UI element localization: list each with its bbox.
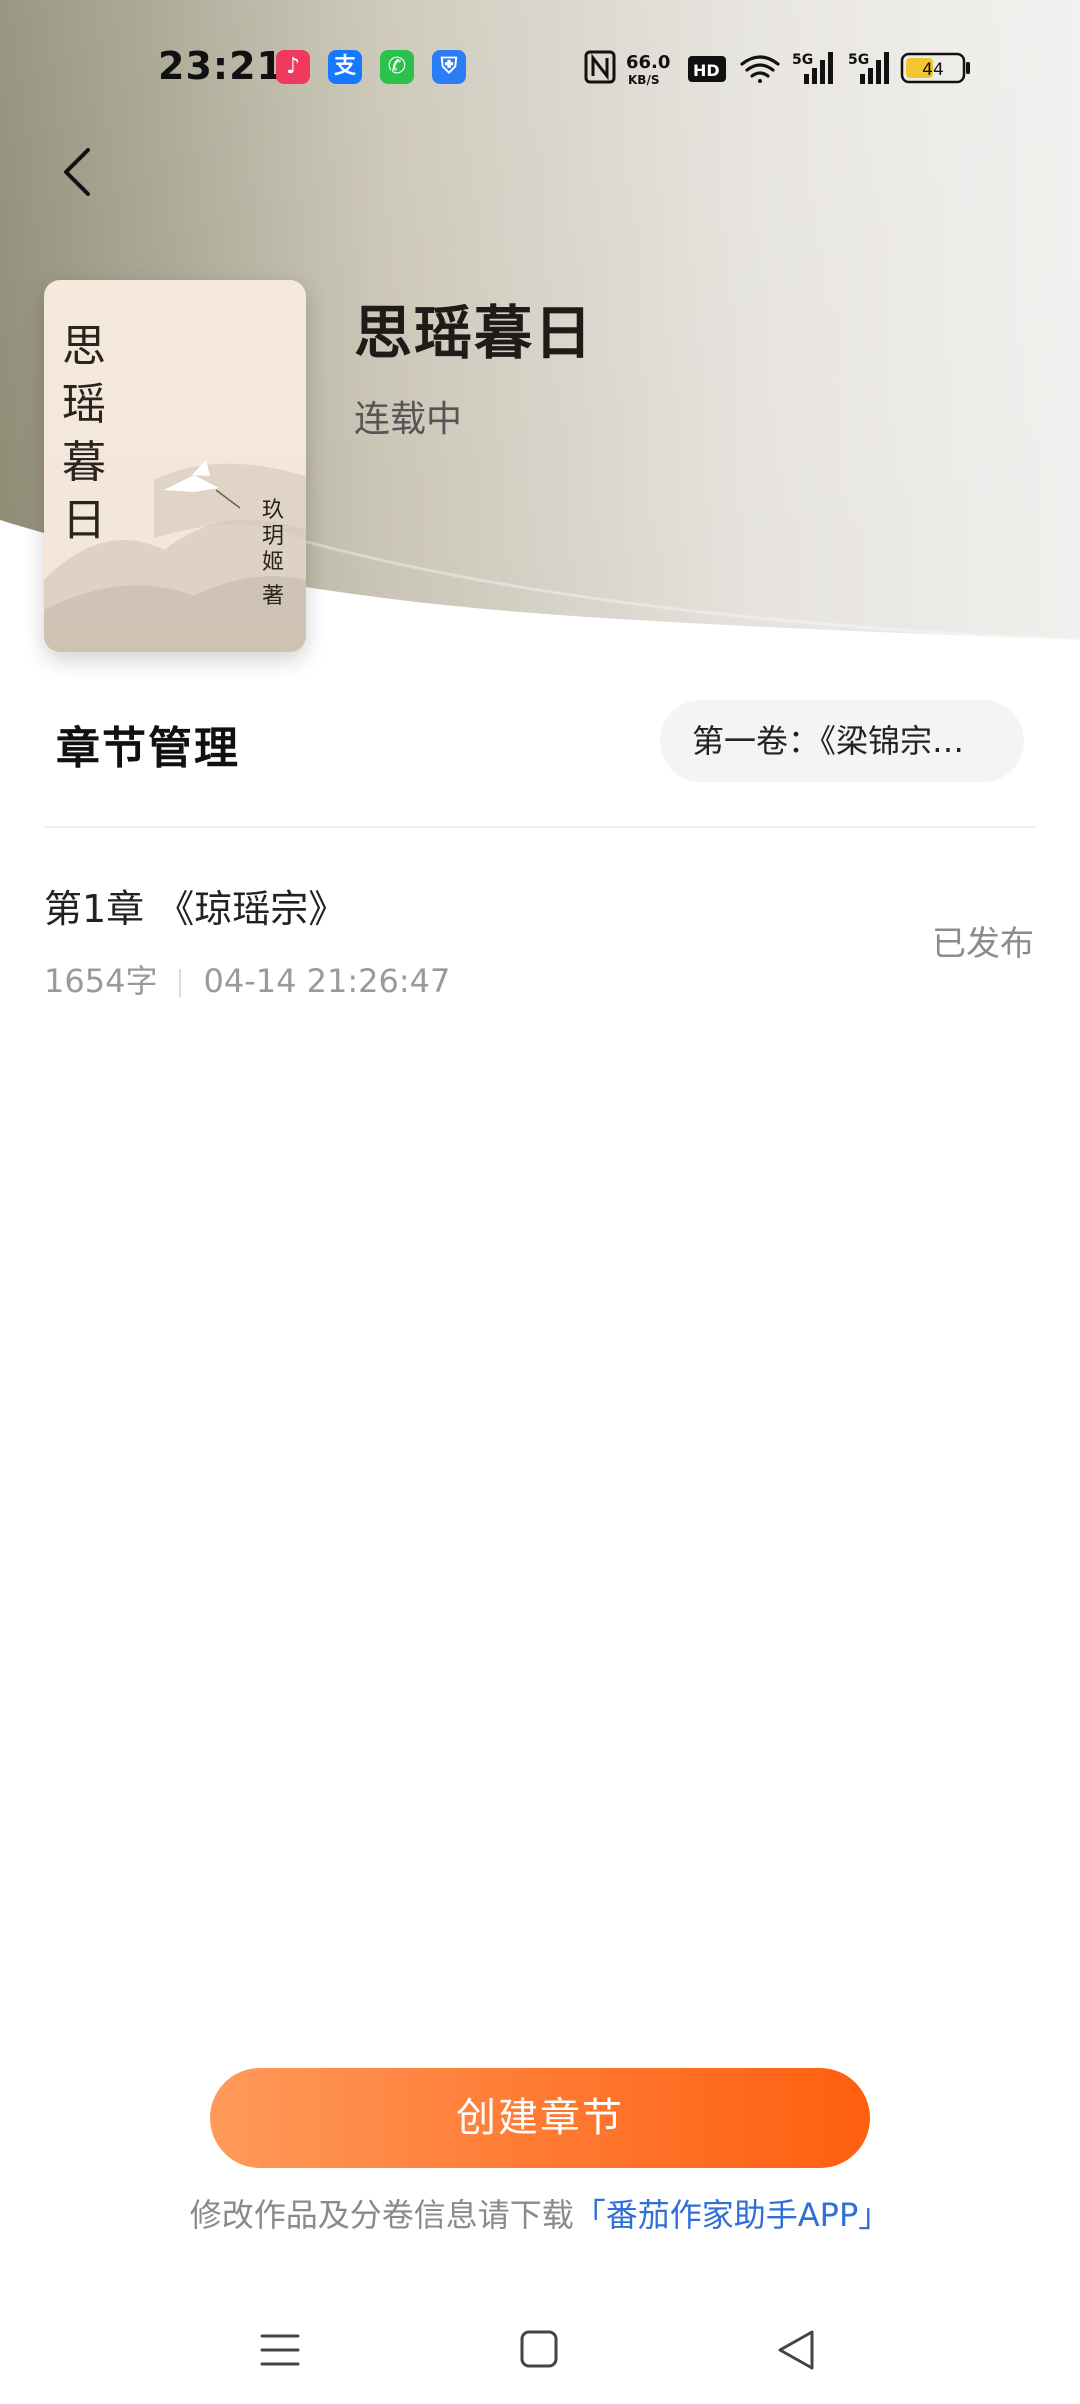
status-time: 23:21 bbox=[158, 44, 284, 88]
book-title: 思瑶暮日 bbox=[354, 299, 595, 367]
cover-author: 玖 玥 姬 著 bbox=[261, 498, 284, 609]
system-nav-bar bbox=[0, 2300, 1080, 2400]
book-status: 连载中 bbox=[354, 399, 463, 440]
book-cover[interactable]: 思 瑶 暮 日 玖 玥 姬 著 bbox=[44, 280, 306, 652]
cellular-signal-icon: 5G bbox=[792, 52, 833, 84]
security-app-icon: ⛨ bbox=[432, 50, 466, 84]
alipay-app-icon: 支 bbox=[328, 50, 362, 84]
chapter-meta: 1654字 04-14 21:26:47 bbox=[44, 956, 450, 1002]
create-chapter-button[interactable]: 创建章节 bbox=[210, 2068, 870, 2168]
chapter-time: 04-14 21:26:47 bbox=[203, 962, 451, 1000]
menu-icon[interactable] bbox=[260, 2334, 300, 2366]
chapter-word-count: 1654字 bbox=[44, 962, 158, 1000]
chapter-management-title: 章节管理 bbox=[56, 723, 240, 774]
back-button[interactable] bbox=[56, 144, 100, 200]
net-speed-value: 66.0 bbox=[626, 52, 670, 73]
download-hint: 修改作品及分卷信息请下载「番茄作家助手APP」 bbox=[0, 2190, 1080, 2236]
status-bar: 23:21 ♪ 支 ✆ ⛨ 66.0 KB/S HD 5G 5G 44 bbox=[0, 0, 1080, 140]
meta-separator bbox=[179, 969, 182, 997]
volume-selector[interactable]: 第一卷：《梁锦宗… bbox=[660, 700, 1024, 782]
net-speed-unit: KB/S bbox=[628, 73, 659, 87]
status-icons: 66.0 KB/S HD 5G 5G 44 bbox=[584, 50, 970, 87]
hd-icon: HD bbox=[688, 56, 726, 82]
chapter-title: 第1章 《琼瑶宗》 bbox=[44, 887, 347, 931]
hint-text: 修改作品及分卷信息请下载 bbox=[189, 2196, 574, 2234]
svg-text:5G: 5G bbox=[848, 52, 869, 68]
svg-text:44: 44 bbox=[922, 60, 944, 80]
music-app-icon: ♪ bbox=[276, 50, 310, 84]
battery-icon: 44 bbox=[900, 52, 970, 84]
home-icon[interactable] bbox=[520, 2330, 558, 2368]
phone-app-icon: ✆ bbox=[380, 50, 414, 84]
chevron-left-icon bbox=[64, 148, 90, 196]
svg-text:HD: HD bbox=[693, 61, 720, 80]
chapter-status: 已发布 bbox=[932, 924, 1034, 964]
svg-text:5G: 5G bbox=[792, 52, 813, 68]
cellular-signal-2-icon: 5G bbox=[848, 52, 889, 84]
back-nav-icon[interactable] bbox=[778, 2330, 814, 2370]
wifi-icon bbox=[740, 55, 780, 83]
nfc-icon bbox=[584, 50, 616, 84]
cover-title: 思 瑶 暮 日 bbox=[62, 321, 106, 546]
writer-app-link[interactable]: 「番茄作家助手APP」 bbox=[574, 2196, 891, 2234]
divider bbox=[44, 826, 1036, 828]
chapter-row[interactable]: 第1章 《琼瑶宗》 1654字 04-14 21:26:47 已发布 bbox=[0, 860, 1080, 1010]
